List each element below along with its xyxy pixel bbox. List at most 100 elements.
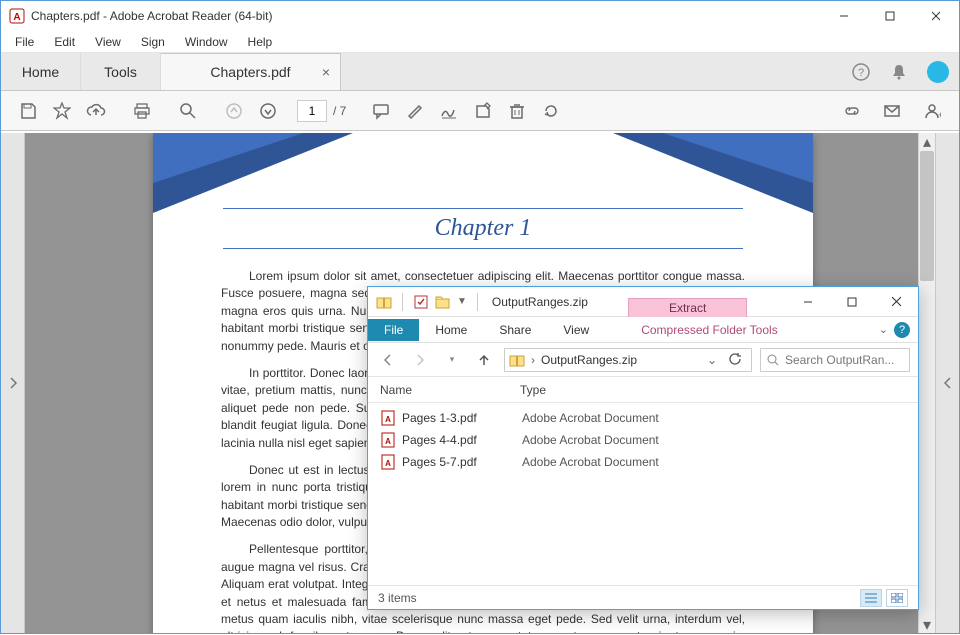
comment-icon[interactable] [364,94,398,128]
scroll-down-icon[interactable]: ▾ [919,616,935,633]
zoom-icon[interactable] [171,94,205,128]
chapter-title: Chapter 1 [153,215,813,242]
rotate-icon[interactable] [534,94,568,128]
qat-dropdown-icon[interactable]: ▼ [457,296,467,307]
tab-document-label: Chapters.pdf [210,64,290,80]
file-type: Adobe Acrobat Document [522,411,659,425]
explorer-close-button[interactable] [874,287,918,317]
bell-icon[interactable] [889,62,909,82]
menu-sign[interactable]: Sign [133,33,173,51]
stamp-icon[interactable] [466,94,500,128]
page-down-icon[interactable] [251,94,285,128]
page-rule-bottom [223,248,743,249]
acrobat-minimize-button[interactable] [821,1,867,31]
cloud-upload-icon[interactable] [79,94,113,128]
address-zip-icon [509,352,525,368]
breadcrumb-separator-icon[interactable]: › [531,353,535,367]
properties-icon[interactable] [413,294,429,310]
email-icon[interactable] [875,94,909,128]
acrobat-titlebar: A Chapters.pdf - Adobe Acrobat Reader (6… [1,1,959,31]
ribbon-expand-icon[interactable]: ⌄ [879,323,888,336]
right-panel-toggle[interactable] [935,133,959,633]
ribbon-tab-file[interactable]: File [368,319,419,341]
user-avatar[interactable] [927,61,949,83]
menu-view[interactable]: View [87,33,129,51]
page-total-label: / 7 [333,104,346,118]
explorer-window: ▼ OutputRanges.zip Extract File Home Sha… [367,286,919,610]
delete-icon[interactable] [500,94,534,128]
address-dropdown-icon[interactable]: ⌄ [707,353,717,367]
svg-text:A: A [385,437,391,446]
menu-window[interactable]: Window [177,33,236,51]
highlight-icon[interactable] [398,94,432,128]
explorer-maximize-button[interactable] [830,287,874,317]
scroll-up-icon[interactable]: ▴ [919,133,935,150]
print-icon[interactable] [125,94,159,128]
view-details-icon[interactable] [860,589,882,607]
view-large-icons-icon[interactable] [886,589,908,607]
search-placeholder: Search OutputRan... [785,353,894,367]
acrobat-window-title: Chapters.pdf - Adobe Acrobat Reader (64-… [31,9,272,23]
acrobat-menubar: File Edit View Sign Window Help [1,31,959,53]
menu-edit[interactable]: Edit [46,33,83,51]
ribbon-tab-view[interactable]: View [547,319,605,341]
save-icon[interactable] [11,94,45,128]
svg-text:A: A [385,415,391,424]
file-name: Pages 1-3.pdf [402,411,522,425]
tab-home[interactable]: Home [1,53,81,90]
nav-up-icon[interactable] [472,348,496,372]
scroll-thumb[interactable] [920,151,934,281]
left-panel-toggle[interactable] [1,133,25,633]
link-icon[interactable] [835,94,869,128]
list-item[interactable]: A Pages 5-7.pdf Adobe Acrobat Document [368,451,918,473]
ribbon-tab-home[interactable]: Home [419,319,483,341]
ribbon-help-icon[interactable]: ? [894,322,910,338]
search-icon [767,354,779,366]
page-number-input[interactable] [297,100,327,122]
breadcrumb-current[interactable]: OutputRanges.zip [541,353,637,367]
explorer-minimize-button[interactable] [786,287,830,317]
column-type[interactable]: Type [520,383,918,397]
share-icon[interactable]: + [915,94,949,128]
nav-forward-icon[interactable] [408,348,432,372]
file-name: Pages 4-4.pdf [402,433,522,447]
column-name[interactable]: Name [380,383,520,397]
nav-back-icon[interactable] [376,348,400,372]
star-icon[interactable] [45,94,79,128]
acrobat-tabbar: Home Tools Chapters.pdf × ? [1,53,959,91]
ribbon-context-title[interactable]: Extract [628,298,747,317]
list-item[interactable]: A Pages 1-3.pdf Adobe Acrobat Document [368,407,918,429]
tab-tools[interactable]: Tools [81,53,161,90]
status-item-count: 3 items [378,591,417,605]
explorer-statusbar: 3 items [368,585,918,609]
vertical-scrollbar[interactable]: ▴ ▾ [918,133,935,633]
explorer-titlebar: ▼ OutputRanges.zip Extract [368,287,918,317]
nav-recent-dropdown-icon[interactable]: ▾ [440,348,464,372]
help-icon[interactable]: ? [851,62,871,82]
page-rule-top [223,208,743,209]
acrobat-close-button[interactable] [913,1,959,31]
list-item[interactable]: A Pages 4-4.pdf Adobe Acrobat Document [368,429,918,451]
file-name: Pages 5-7.pdf [402,455,522,469]
pdf-file-icon: A [380,432,396,448]
page-up-icon[interactable] [217,94,251,128]
acrobat-maximize-button[interactable] [867,1,913,31]
address-bar[interactable]: › OutputRanges.zip ⌄ [504,348,752,372]
svg-text:+: + [938,110,941,120]
acrobat-toolbar: / 7 + [1,91,959,131]
menu-file[interactable]: File [7,33,42,51]
tab-document[interactable]: Chapters.pdf × [161,53,341,90]
explorer-navbar: ▾ › OutputRanges.zip ⌄ Search OutputRan.… [368,343,918,377]
search-box[interactable]: Search OutputRan... [760,348,910,372]
file-list: A Pages 1-3.pdf Adobe Acrobat Document A… [368,403,918,477]
zip-folder-icon [376,294,392,310]
ribbon-tab-share[interactable]: Share [483,319,547,341]
menu-help[interactable]: Help [240,33,281,51]
sign-icon[interactable] [432,94,466,128]
explorer-window-title: OutputRanges.zip [492,295,588,309]
new-folder-icon[interactable] [435,294,451,310]
tab-close-icon[interactable]: × [322,64,330,80]
ribbon-tab-compressed-tools[interactable]: Compressed Folder Tools [625,319,794,341]
refresh-icon[interactable] [723,353,747,366]
acrobat-app-icon: A [9,8,25,24]
